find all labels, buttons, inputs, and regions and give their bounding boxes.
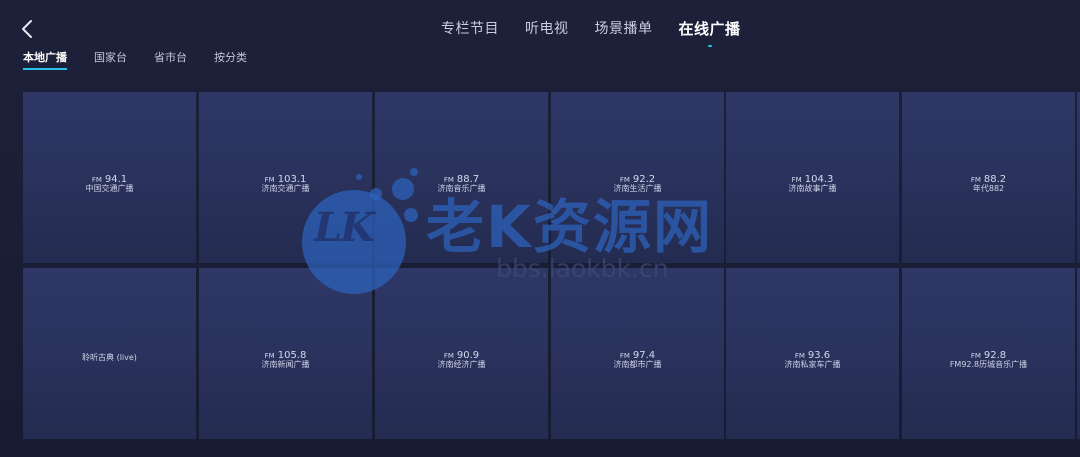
station-card[interactable]: FM 88.7 济南音乐广播 [375,92,548,263]
station-name: 济南经济广播 [437,360,486,369]
subtab-provincial[interactable]: 省市台 [154,50,187,66]
station-card[interactable]: FM 104.3 济南故事广播 [726,92,899,263]
top-tab-bar: 专栏节目 听电视 场景播单 在线广播 [0,18,1080,48]
subtab-by-category[interactable]: 按分类 [214,50,247,66]
subtab-local-radio[interactable]: 本地广播 [23,50,67,70]
station-name: 济南交通广播 [261,184,310,193]
station-card[interactable]: FM 88.2 年代882 [902,92,1075,263]
tab-online-radio[interactable]: 在线广播 [679,18,741,47]
station-card[interactable]: FM 93.6 济南私家车广播 [726,268,899,439]
station-card[interactable]: FM 90.9 济南经济广播 [375,268,548,439]
station-card[interactable]: FM 103.1 济南交通广播 [199,92,372,263]
subtab-national[interactable]: 国家台 [94,50,127,66]
station-name: FM92.8历城音乐广播 [949,360,1028,369]
station-card[interactable]: FM 105.8 济南新闻广播 [199,268,372,439]
station-name: 年代882 [972,184,1005,193]
sub-tab-bar: 本地广播 国家台 省市台 按分类 [23,50,274,70]
tab-scene-playlist[interactable]: 场景播单 [595,18,653,40]
station-name: 济南私家车广播 [784,360,841,369]
tab-listen-tv[interactable]: 听电视 [525,18,569,40]
app-screen: 专栏节目 听电视 场景播单 在线广播 本地广播 国家台 省市台 按分类 FM 94… [0,0,1080,457]
station-name: 济南新闻广播 [261,360,310,369]
station-card[interactable]: FM 92.8 FM92.8历城音乐广播 [902,268,1075,439]
station-name: 济南都市广播 [613,360,662,369]
station-name: 聆听古典 (live) [82,353,137,362]
tab-column-programs[interactable]: 专栏节目 [441,18,499,40]
active-tab-indicator [707,45,712,47]
station-card[interactable]: FM 94.1 中国交通广播 [23,92,196,263]
station-card[interactable]: FM 92.2 济南生活广播 [551,92,724,263]
station-name: 济南音乐广播 [437,184,486,193]
station-name: 济南故事广播 [788,184,837,193]
active-subtab-underline [23,68,67,70]
station-name: 济南生活广播 [613,184,662,193]
station-card[interactable]: FM 97.4 济南都市广播 [551,268,724,439]
station-name: 中国交通广播 [85,184,134,193]
station-card[interactable]: 聆听古典 (live) [23,268,196,439]
